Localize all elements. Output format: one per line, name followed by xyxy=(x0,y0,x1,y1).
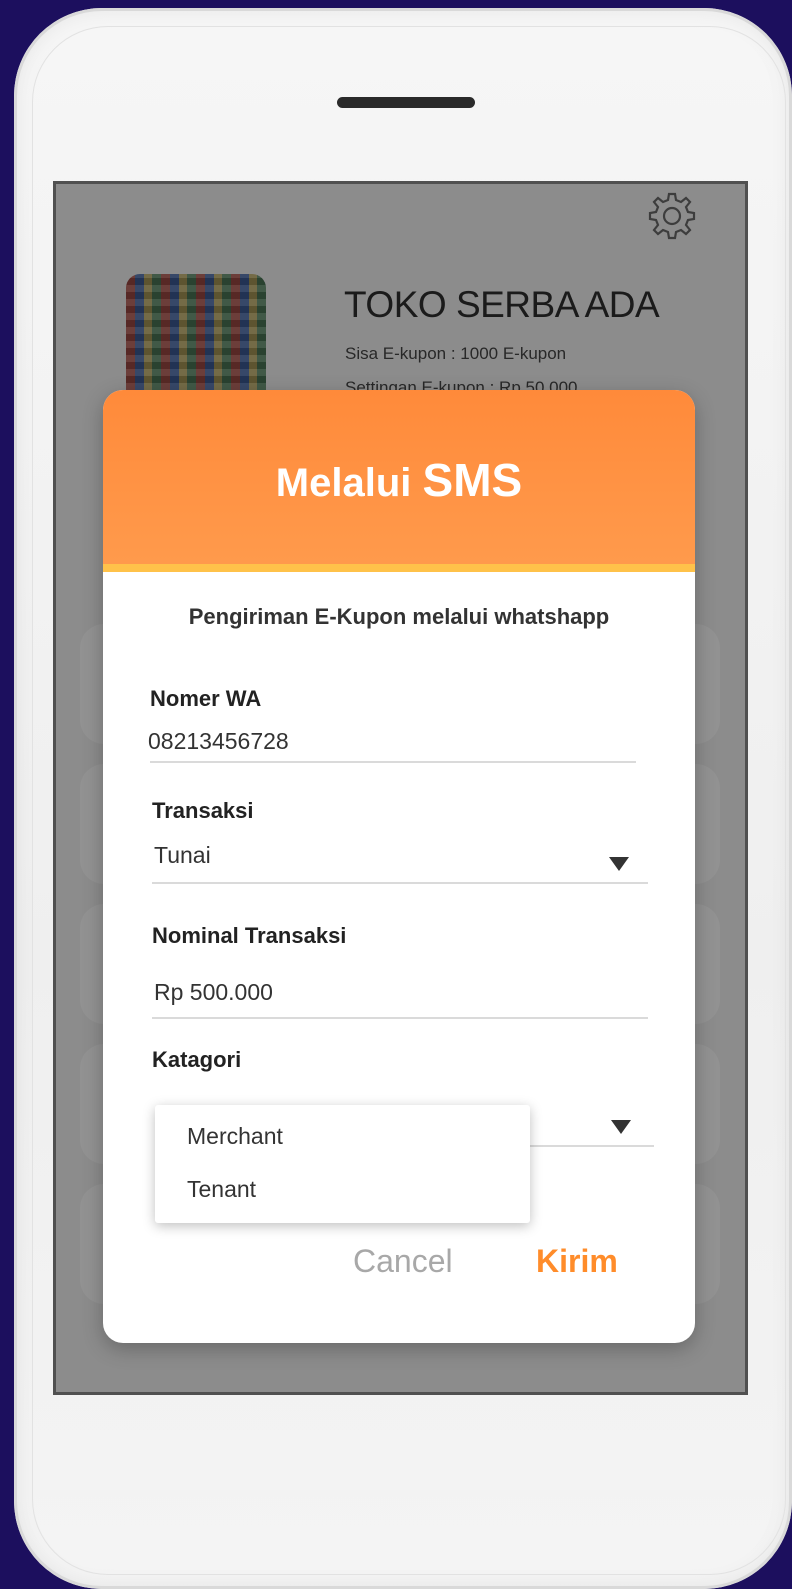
kategori-dropdown-icon[interactable] xyxy=(611,1120,631,1134)
send-coupon-dialog: Melalui SMS Pengiriman E-Kupon melalui w… xyxy=(103,390,695,1343)
dialog-header: Melalui SMS xyxy=(103,390,695,572)
kategori-label: Katagori xyxy=(152,1047,242,1072)
dialog-subtitle: Pengiriman E-Kupon melalui whatshapp xyxy=(188,604,610,629)
kategori-dropdown-menu: Merchant Tenant xyxy=(155,1105,530,1223)
dialog-title: Melalui SMS xyxy=(276,453,522,507)
phone-speaker xyxy=(337,97,475,108)
nominal-label: Nominal Transaksi xyxy=(152,923,347,948)
transaksi-dropdown-icon[interactable] xyxy=(609,857,629,871)
wa-number-label: Nomer WA xyxy=(150,686,262,711)
kategori-option-merchant[interactable]: Merchant xyxy=(187,1123,283,1150)
cancel-button[interactable]: Cancel xyxy=(353,1243,453,1280)
wa-number-underline xyxy=(150,761,636,763)
nominal-underline xyxy=(152,1017,648,1019)
send-button[interactable]: Kirim xyxy=(536,1243,618,1280)
transaksi-label: Transaksi xyxy=(152,798,254,823)
transaksi-select[interactable]: Tunai xyxy=(154,842,211,869)
wa-number-input[interactable]: 08213456728 xyxy=(148,728,289,755)
kategori-underline xyxy=(530,1145,654,1147)
dialog-title-main: SMS xyxy=(422,454,523,506)
kategori-option-tenant[interactable]: Tenant xyxy=(187,1176,256,1203)
dialog-title-prefix: Melalui xyxy=(275,461,412,505)
nominal-input[interactable]: Rp 500.000 xyxy=(154,979,273,1006)
transaksi-underline xyxy=(152,882,648,884)
